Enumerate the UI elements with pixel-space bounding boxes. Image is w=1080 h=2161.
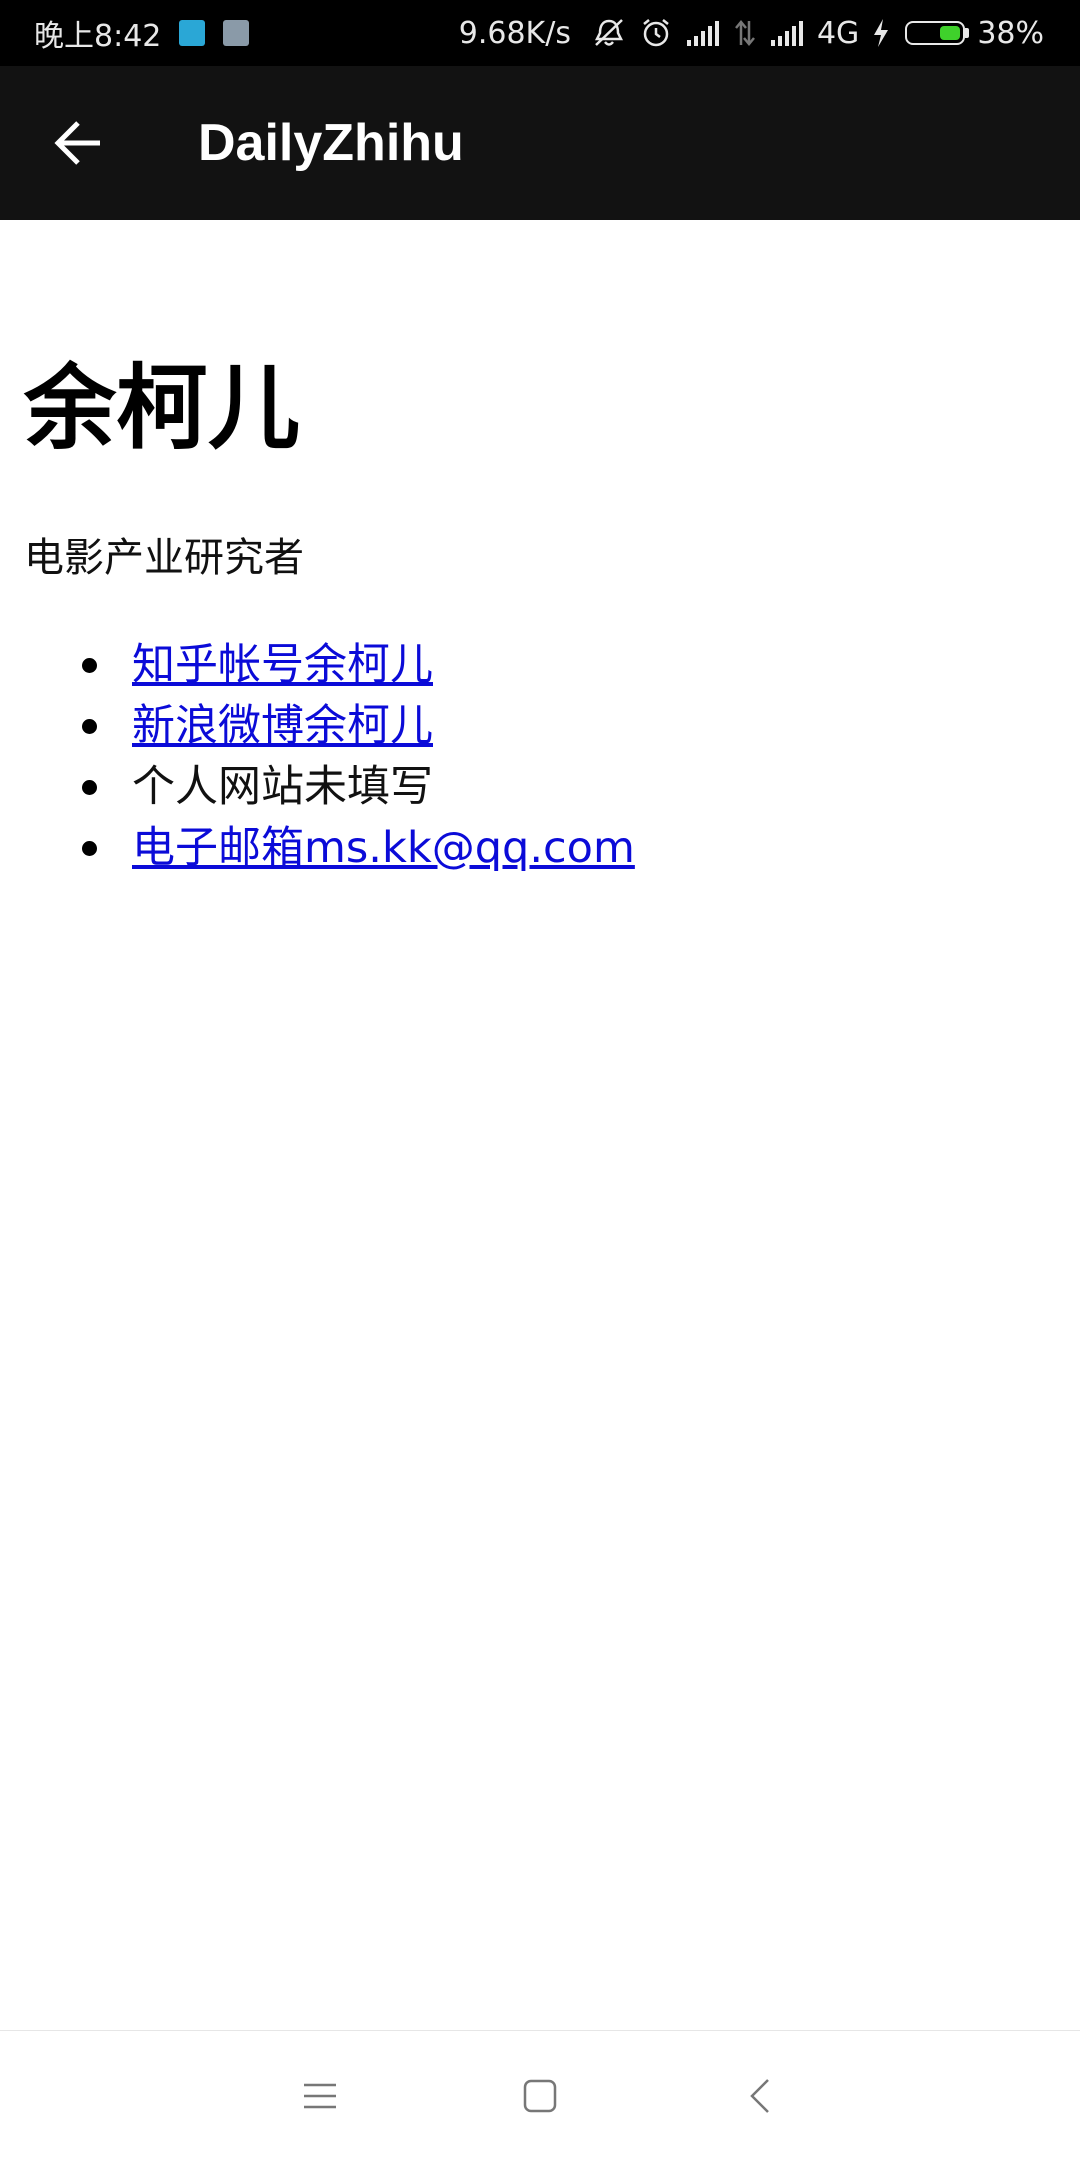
- list-item: 个人网站未填写: [82, 757, 1054, 818]
- mute-icon: [594, 19, 623, 46]
- bullet: [82, 658, 97, 674]
- profile-content: 余柯儿 电影产业研究者 知乎帐号余柯儿 新浪微博余柯儿 个人网站未填写 电子邮箱…: [24, 220, 1054, 879]
- personal-website-text: 个人网站未填写: [132, 762, 433, 813]
- note-notification-icon: [223, 20, 250, 46]
- bullet: [82, 780, 97, 796]
- network-type: 4G: [816, 15, 860, 51]
- bullet: [82, 719, 97, 735]
- system-nav-bar: [0, 2030, 1080, 2161]
- status-left: 晚上8:42: [34, 11, 267, 55]
- status-time: 晚上8:42: [34, 19, 162, 54]
- profile-links: 知乎帐号余柯儿 新浪微博余柯儿 个人网站未填写 电子邮箱ms.kk@qq.com: [24, 635, 1054, 879]
- back-chevron-icon: [750, 2079, 769, 2113]
- charging-icon: [874, 19, 889, 47]
- calendar-notification-icon: [179, 20, 206, 46]
- signal-icon: [686, 21, 719, 46]
- list-item: 知乎帐号余柯儿: [82, 635, 1054, 696]
- app-toolbar: DailyZhihu: [0, 66, 1080, 220]
- battery-percent: 38%: [977, 15, 1044, 51]
- home-button[interactable]: [500, 2056, 580, 2136]
- status-right: 9.68K/s 4G 38%: [459, 16, 1044, 51]
- recent-apps-button[interactable]: [280, 2056, 360, 2136]
- battery-icon: [905, 21, 970, 45]
- back-button[interactable]: [28, 93, 128, 193]
- email-link[interactable]: 电子邮箱ms.kk@qq.com: [132, 823, 635, 873]
- status-bar: 晚上8:42 9.68K/s 4G 38%: [0, 0, 1080, 66]
- profile-name: 余柯儿: [24, 355, 301, 462]
- weibo-link[interactable]: 新浪微博余柯儿: [132, 701, 433, 751]
- data-arrows-icon: [735, 20, 755, 46]
- zhihu-account-link[interactable]: 知乎帐号余柯儿: [132, 640, 433, 690]
- list-item: 新浪微博余柯儿: [82, 696, 1054, 757]
- menu-icon: [304, 2083, 336, 2109]
- alarm-icon: [643, 19, 669, 47]
- home-square-icon: [523, 2079, 557, 2113]
- bullet: [82, 841, 97, 857]
- profile-bio: 电影产业研究者: [24, 535, 304, 582]
- net-speed: 9.68K/s: [458, 15, 571, 51]
- system-back-button[interactable]: [720, 2056, 800, 2136]
- list-item: 电子邮箱ms.kk@qq.com: [82, 818, 1054, 879]
- signal-icon: [770, 21, 803, 46]
- app-title: DailyZhihu: [198, 114, 464, 172]
- arrow-left-icon: [54, 121, 100, 165]
